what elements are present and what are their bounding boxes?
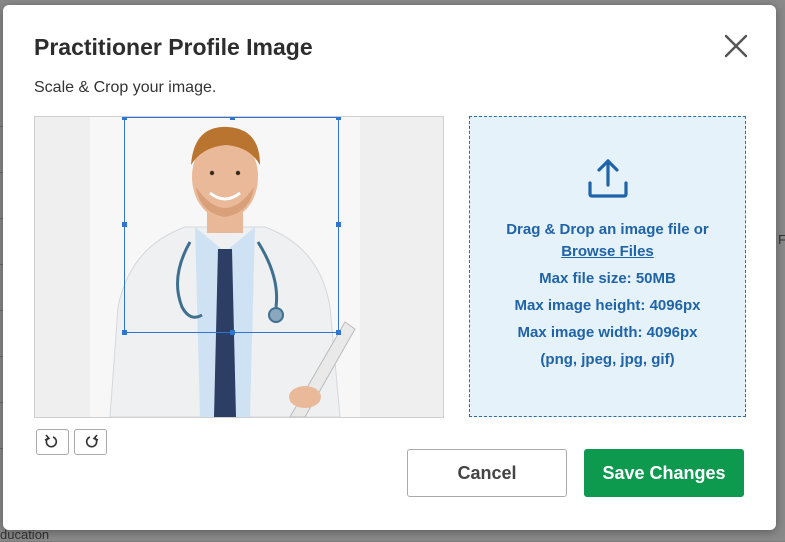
- crop-handle[interactable]: [336, 222, 341, 227]
- close-icon[interactable]: [721, 31, 751, 61]
- crop-handle[interactable]: [122, 117, 127, 120]
- rotate-left-icon: [44, 434, 58, 448]
- save-changes-button[interactable]: Save Changes: [584, 449, 744, 497]
- crop-selection-box[interactable]: [122, 117, 341, 335]
- modal-subtitle: Scale & Crop your image.: [34, 79, 217, 96]
- drag-drop-text: Drag & Drop an image file: [506, 221, 690, 238]
- background-text-fragment: F: [778, 232, 785, 247]
- max-image-height: Max image height: 4096px: [514, 297, 701, 314]
- allowed-formats: (png, jpeg, jpg, gif): [540, 351, 675, 368]
- or-text: or: [693, 221, 709, 238]
- drop-instructions: Drag & Drop an image file or: [470, 221, 745, 238]
- rotate-right-button[interactable]: [74, 429, 107, 455]
- cancel-button[interactable]: Cancel: [407, 449, 567, 497]
- image-crop-area[interactable]: [34, 116, 444, 418]
- max-image-width: Max image width: 4096px: [517, 324, 698, 341]
- crop-handle[interactable]: [336, 117, 341, 120]
- max-file-size: Max file size: 50MB: [539, 270, 676, 287]
- rotate-left-button[interactable]: [36, 429, 69, 455]
- image-drop-zone[interactable]: Drag & Drop an image file or Browse File…: [469, 116, 746, 417]
- crop-handle[interactable]: [336, 330, 341, 335]
- modal-title: Practitioner Profile Image: [34, 34, 313, 60]
- crop-handle[interactable]: [230, 117, 235, 120]
- rotate-right-icon: [85, 434, 99, 448]
- crop-handle[interactable]: [230, 330, 235, 335]
- crop-handle[interactable]: [122, 222, 127, 227]
- crop-handle[interactable]: [122, 330, 127, 335]
- browse-row: Browse Files: [470, 243, 745, 260]
- upload-icon: [588, 159, 628, 198]
- profile-image-modal: Practitioner Profile Image Scale & Crop …: [3, 5, 776, 530]
- browse-files-link[interactable]: Browse Files: [561, 243, 654, 260]
